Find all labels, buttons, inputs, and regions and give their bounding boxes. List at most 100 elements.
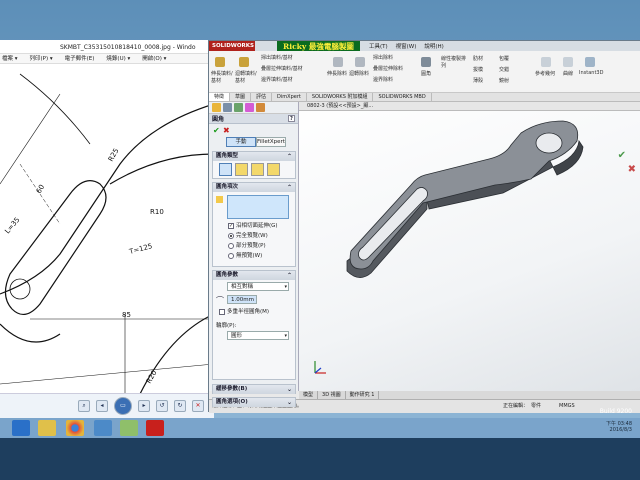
dimxpert-icon[interactable]: [245, 103, 254, 112]
profile-select[interactable]: 圓形 ▾: [227, 331, 289, 340]
chrome-icon[interactable]: [66, 420, 84, 436]
rotate-left-icon[interactable]: ↺: [156, 400, 168, 412]
file-explorer-icon[interactable]: [38, 420, 56, 436]
config-manager-icon[interactable]: [234, 103, 243, 112]
status-units[interactable]: MMGS: [559, 400, 575, 413]
system-clock[interactable]: 下午 03:48 2016/8/3: [552, 421, 632, 433]
full-round-icon[interactable]: [267, 163, 280, 176]
loft-boss-button[interactable]: 疊層拉伸填料/基材: [261, 65, 303, 72]
tab-features[interactable]: 特徵: [209, 93, 231, 101]
radio-none[interactable]: [228, 253, 234, 259]
boundary-boss-button[interactable]: 邊界填料/基材: [261, 76, 293, 83]
tab-mbd[interactable]: SOLIDWORKS MBD: [373, 93, 432, 101]
shell-button[interactable]: 薄殼: [473, 77, 483, 84]
extrude-cut-button[interactable]: 伸長除料: [327, 70, 349, 77]
tab-model[interactable]: 模型: [299, 391, 319, 399]
boundary-cut-button[interactable]: 邊界除料: [373, 76, 393, 83]
fillet-options-header[interactable]: 圓角選項(O) ⌄: [213, 398, 295, 407]
prev-icon[interactable]: ◂: [96, 400, 108, 412]
revolve-cut-button[interactable]: 迴轉除料: [349, 70, 371, 77]
search-icon[interactable]: ⌕: [78, 400, 90, 412]
preview-partial-option[interactable]: 部分預覽(P): [228, 242, 266, 250]
cancel-corner-icon[interactable]: ✖: [628, 164, 636, 175]
menu-open[interactable]: 開啟(O) ▾: [142, 54, 166, 63]
revolve-boss-icon[interactable]: [239, 57, 249, 67]
wrap-button[interactable]: 包覆: [499, 55, 509, 62]
sweep-cut-button[interactable]: 掃出除料: [373, 54, 393, 61]
extrude-boss-icon[interactable]: [215, 57, 225, 67]
menu-print[interactable]: 列印(P) ▾: [30, 54, 53, 63]
fillet-type-header[interactable]: 圓角類型 ⌃: [213, 152, 295, 161]
instant3d-icon[interactable]: [585, 57, 595, 67]
multi-radius-option[interactable]: 多重半徑圓角(M): [219, 308, 269, 316]
preview-full-option[interactable]: 完全預覽(W): [228, 232, 268, 240]
tab-3d-views[interactable]: 3D 視圖: [318, 391, 346, 399]
curves-button[interactable]: 曲線: [563, 70, 573, 77]
menu-burn[interactable]: 燒錄(U) ▾: [106, 54, 130, 63]
setback-header[interactable]: 緩移參數(B) ⌄: [213, 385, 295, 394]
constant-radius-icon[interactable]: [219, 163, 232, 176]
filletxpert-tab[interactable]: FilletXpert: [256, 137, 286, 147]
help-icon[interactable]: ?: [288, 115, 295, 122]
instant3d-button[interactable]: Instant3D: [579, 70, 603, 76]
reference-geometry-icon[interactable]: [541, 57, 551, 67]
collapse-icon[interactable]: ⌃: [287, 271, 292, 280]
tab-sketch[interactable]: 草圖: [230, 93, 252, 101]
tab-addins[interactable]: SOLIDWORKS 附加模組: [307, 93, 374, 101]
preview-none-option[interactable]: 無預覽(W): [228, 252, 262, 260]
feature-tree-icon[interactable]: [212, 103, 221, 112]
expand-icon[interactable]: ⌄: [287, 398, 292, 407]
face-fillet-icon[interactable]: [251, 163, 264, 176]
tangent-checkbox[interactable]: ✓: [228, 223, 234, 229]
tab-evaluate[interactable]: 評估: [251, 93, 273, 101]
intersect-button[interactable]: 交錯: [499, 66, 509, 73]
manual-tab[interactable]: 手動: [226, 137, 256, 147]
fillet-icon[interactable]: [421, 57, 431, 67]
property-manager-icon[interactable]: [223, 103, 232, 112]
draft-button[interactable]: 拔模: [473, 66, 483, 73]
radius-input[interactable]: 1.00mm: [227, 295, 257, 304]
linear-pattern-button[interactable]: 線性複製排列: [441, 55, 469, 69]
ok-icon[interactable]: ✔: [213, 126, 220, 135]
menu-help[interactable]: 說明(H): [424, 42, 443, 50]
confirm-corner-icon[interactable]: ✔: [618, 150, 626, 161]
ie-icon[interactable]: [12, 420, 30, 436]
rotate-right-icon[interactable]: ↻: [174, 400, 186, 412]
fillet-items-header[interactable]: 圓角項次 ⌃: [213, 183, 295, 192]
cancel-icon[interactable]: ✖: [223, 126, 230, 135]
tab-motion-study[interactable]: 動作研究 1: [346, 391, 380, 399]
tab-dimxpert[interactable]: DimXpert: [272, 93, 307, 101]
collapse-icon[interactable]: ⌃: [287, 152, 292, 161]
menu-file[interactable]: 檔案 ▾: [2, 54, 18, 63]
rib-button[interactable]: 肋材: [473, 55, 483, 62]
expand-icon[interactable]: ⌄: [287, 385, 292, 394]
next-icon[interactable]: ▸: [138, 400, 150, 412]
revolve-cut-icon[interactable]: [355, 57, 365, 67]
graphics-viewport[interactable]: 0802-3 (預設<<預設>_顯... ✔ ✖: [299, 102, 640, 391]
menu-tools[interactable]: 工具(T): [369, 42, 388, 50]
extrude-boss-button[interactable]: 伸長填料/基材: [211, 70, 235, 84]
part-model[interactable]: [299, 111, 640, 391]
play-icon[interactable]: ▭: [114, 397, 132, 415]
revolve-boss-button[interactable]: 迴轉填料/基材: [235, 70, 259, 84]
loft-cut-button[interactable]: 疊層拉伸除料: [373, 65, 403, 72]
folder-icon[interactable]: [120, 420, 138, 436]
network-icon[interactable]: [94, 420, 112, 436]
sweep-boss-button[interactable]: 掃出填料/基材: [261, 54, 293, 61]
items-selection-box[interactable]: [227, 195, 289, 219]
radio-full[interactable]: [228, 233, 234, 239]
menu-window[interactable]: 視窗(W): [396, 42, 417, 50]
curves-icon[interactable]: [563, 57, 573, 67]
display-manager-icon[interactable]: [256, 103, 265, 112]
collapse-icon[interactable]: ⌃: [287, 183, 292, 192]
radio-partial[interactable]: [228, 243, 234, 249]
extrude-cut-icon[interactable]: [333, 57, 343, 67]
delete-icon[interactable]: ✕: [192, 400, 204, 412]
fillet-button[interactable]: 圓角: [421, 70, 431, 77]
mirror-button[interactable]: 鏡射: [499, 77, 509, 84]
reference-geometry-button[interactable]: 參考幾何: [535, 70, 555, 77]
variable-radius-icon[interactable]: [235, 163, 248, 176]
menu-email[interactable]: 電子郵件(E): [65, 54, 95, 63]
tangent-propagation-option[interactable]: ✓ 沿相切面延伸(G): [228, 222, 278, 230]
multi-radius-checkbox[interactable]: [219, 309, 225, 315]
